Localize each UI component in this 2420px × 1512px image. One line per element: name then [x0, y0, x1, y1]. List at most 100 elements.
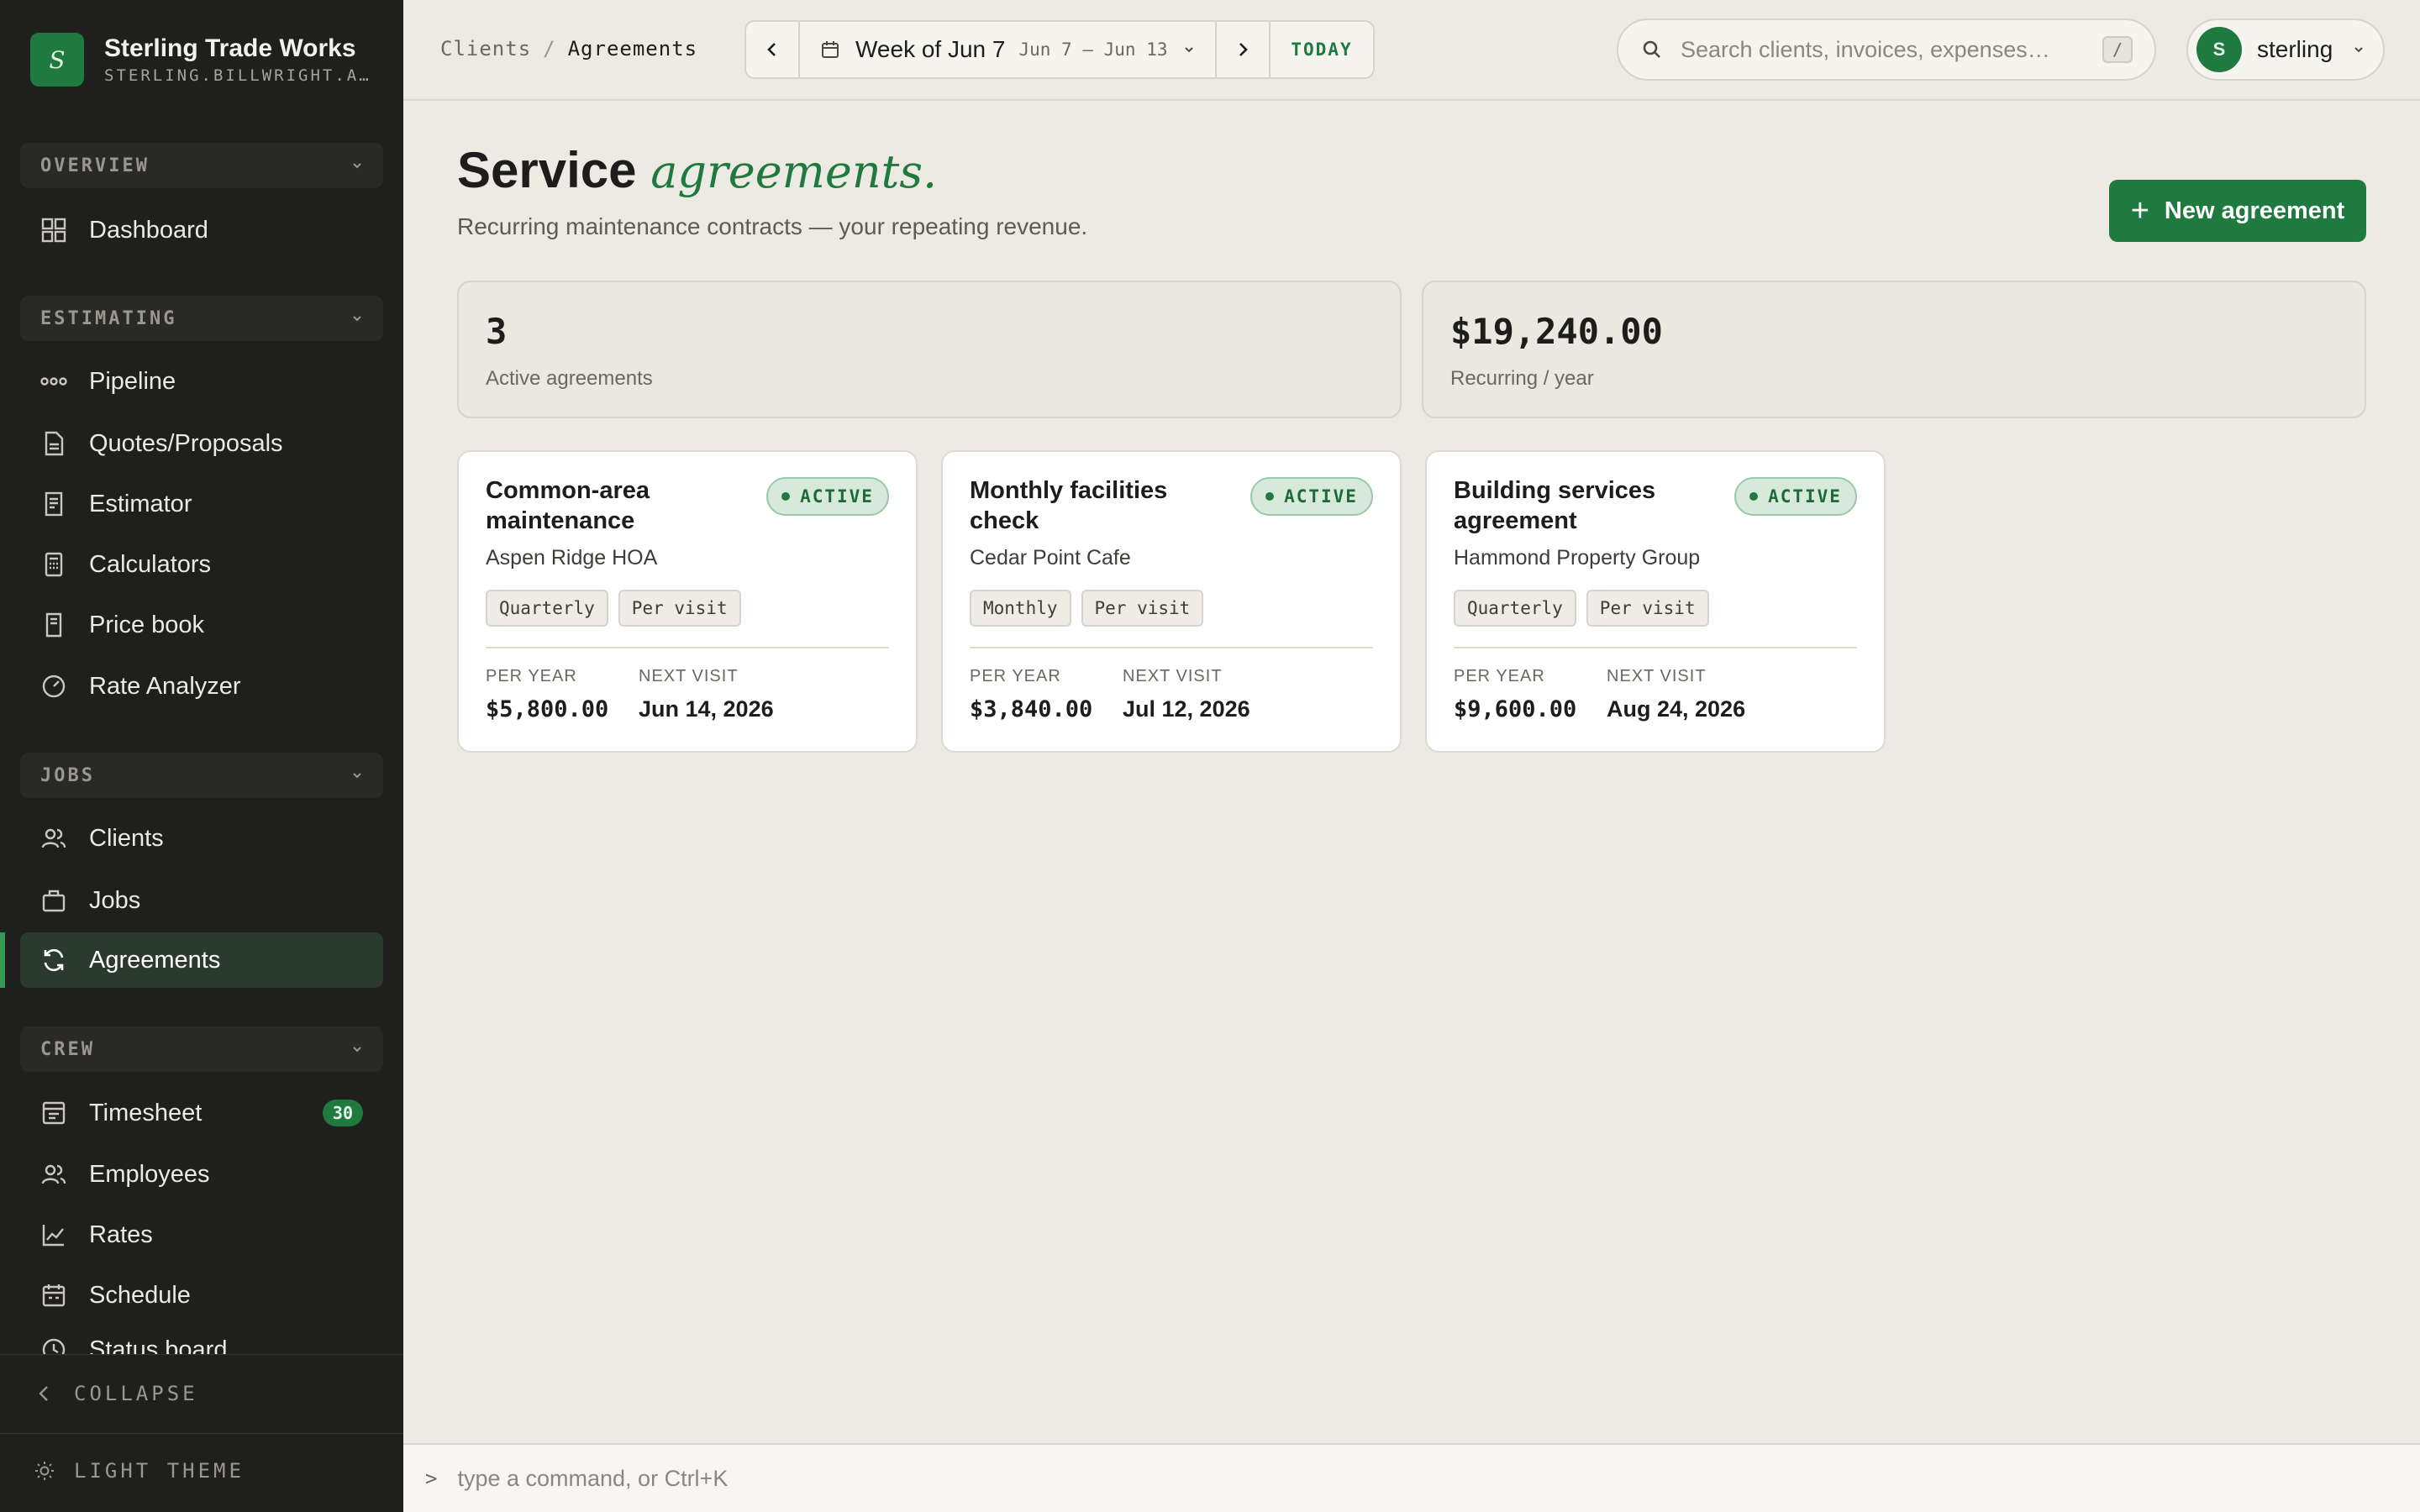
week-title: Week of Jun 7	[855, 36, 1006, 62]
agreement-title: Monthly facilities check	[970, 477, 1168, 534]
sidebar-collapse-area: COLLAPSE	[0, 1354, 403, 1433]
estimator-icon	[40, 491, 67, 517]
per-year: PER YEAR $9,600.00	[1454, 667, 1577, 722]
sidebar-item-timesheet[interactable]: Timesheet 30	[20, 1085, 383, 1141]
sidebar-item-dashboard[interactable]: Dashboard	[20, 202, 383, 258]
user-menu[interactable]: S sterling	[2186, 18, 2385, 81]
sidebar-item-label: Quotes/Proposals	[89, 429, 283, 457]
new-agreement-label: New agreement	[2164, 197, 2345, 224]
user-name: sterling	[2257, 36, 2333, 62]
section-label: JOBS	[40, 764, 95, 786]
search-input[interactable]: Search clients, invoices, expenses… /	[1617, 18, 2156, 81]
sidebar-item-jobs[interactable]: Jobs	[20, 873, 383, 928]
section-crew[interactable]: CREW	[20, 1026, 383, 1072]
sidebar-item-label: Employees	[89, 1160, 210, 1188]
briefcase-icon	[40, 887, 67, 914]
sun-icon	[35, 1462, 54, 1480]
sidebar-item-label: Rates	[89, 1221, 153, 1248]
timesheet-count-badge: 30	[322, 1100, 363, 1126]
sidebar-item-label: Rate Analyzer	[89, 672, 241, 700]
sidebar-item-label: Clients	[89, 824, 164, 852]
theme-label: LIGHT THEME	[74, 1459, 245, 1483]
agreement-client: Hammond Property Group	[1454, 546, 1701, 570]
command-prompt: >	[425, 1467, 438, 1490]
sidebar-item-schedule[interactable]: Schedule	[20, 1268, 383, 1323]
plus-icon: +	[2130, 192, 2149, 228]
sidebar-item-label: Schedule	[89, 1281, 191, 1309]
sidebar-item-pipeline[interactable]: Pipeline	[20, 354, 383, 409]
section-label: CREW	[40, 1038, 95, 1060]
active-indicator	[0, 932, 5, 988]
theme-toggle[interactable]: LIGHT THEME	[34, 1459, 245, 1483]
calculator-icon	[40, 551, 67, 578]
stat-value: 3	[486, 311, 508, 352]
clock-icon	[40, 1336, 67, 1355]
week-range: Jun 7 – Jun 13	[1018, 39, 1168, 60]
agreement-card[interactable]: Building services agreement ACTIVE Hammo…	[1425, 450, 1886, 753]
sidebar-item-agreements[interactable]: Agreements	[20, 932, 383, 988]
frequency-tag: Quarterly	[486, 590, 608, 627]
section-estimating[interactable]: ESTIMATING	[20, 296, 383, 341]
section-label: OVERVIEW	[40, 155, 150, 176]
sidebar-item-calculators[interactable]: Calculators	[20, 537, 383, 592]
frequency-tag: Monthly	[970, 590, 1071, 627]
chevron-down-icon	[1184, 47, 1193, 53]
brand-subdomain: STERLING.BILLWRIGHT.A…	[104, 66, 371, 85]
collapse-button[interactable]: COLLAPSE	[34, 1382, 198, 1405]
sidebar-item-rate-analyzer[interactable]: Rate Analyzer	[20, 659, 383, 714]
chevron-down-icon	[2354, 47, 2363, 53]
users-icon	[40, 1161, 67, 1188]
breadcrumb-clients[interactable]: Clients	[440, 37, 531, 60]
brand-name: Sterling Trade Works	[104, 34, 356, 62]
chevron-left-icon	[767, 43, 776, 56]
sidebar-item-clients[interactable]: Clients	[20, 811, 383, 866]
sidebar-item-label: Jobs	[89, 886, 141, 914]
sidebar-item-label: Calculators	[89, 550, 212, 578]
refresh-icon	[40, 947, 67, 974]
calendar-icon	[822, 41, 839, 58]
brand-logo: S	[30, 33, 84, 87]
breadcrumb-agreements: Agreements	[567, 37, 698, 60]
sidebar-item-status-board[interactable]: Status board	[20, 1328, 383, 1355]
new-agreement-button[interactable]: + New agreement	[2109, 180, 2366, 242]
command-placeholder: type a command, or Ctrl+K	[457, 1465, 729, 1491]
chevron-down-icon	[353, 163, 361, 169]
next-week-button[interactable]	[1217, 22, 1269, 77]
sidebar-item-employees[interactable]: Employees	[20, 1147, 383, 1202]
sidebar-item-label: Dashboard	[89, 216, 208, 244]
page-subtitle: Recurring maintenance contracts — your r…	[457, 213, 1088, 239]
agreement-title: Building services agreement	[1454, 477, 1656, 534]
chevron-right-icon	[1239, 43, 1248, 56]
topbar: Clients / Agreements Week of Jun 7 Jun 7 –…	[403, 0, 2420, 101]
sidebar-item-label: Timesheet	[89, 1099, 203, 1126]
calendar-icon	[40, 1282, 67, 1309]
sidebar-item-rates[interactable]: Rates	[20, 1207, 383, 1263]
command-input[interactable]: > type a command, or Ctrl+K	[403, 1443, 2420, 1512]
section-overview[interactable]: OVERVIEW	[20, 143, 383, 188]
sidebar-item-label: Price book	[89, 611, 205, 638]
sidebar-item-quotes[interactable]: Quotes/Proposals	[20, 416, 383, 471]
agreement-client: Aspen Ridge HOA	[486, 546, 658, 570]
sidebar-item-estimator[interactable]: Estimator	[20, 476, 383, 532]
sidebar-item-label: Pipeline	[89, 367, 176, 395]
today-button[interactable]: TODAY	[1270, 22, 1373, 77]
agreement-client: Cedar Point Cafe	[970, 546, 1131, 570]
prev-week-button[interactable]	[746, 22, 798, 77]
per-year: PER YEAR $3,840.00	[970, 667, 1093, 722]
section-jobs[interactable]: JOBS	[20, 753, 383, 798]
billing-tag: Per visit	[618, 590, 741, 627]
breadcrumb-separator: /	[543, 37, 556, 60]
agreement-card[interactable]: Monthly facilities check ACTIVE Cedar Po…	[941, 450, 1402, 753]
agreement-card[interactable]: Common-area maintenance ACTIVE Aspen Rid…	[457, 450, 918, 753]
page-title-main: Service	[457, 142, 637, 198]
search-shortcut-key: /	[2102, 36, 2133, 63]
sidebar-item-price-book[interactable]: Price book	[20, 597, 383, 653]
page-title-accent: agreements.	[650, 145, 938, 198]
book-icon	[40, 612, 67, 638]
section-label: ESTIMATING	[40, 307, 177, 329]
brand[interactable]: S Sterling Trade Works STERLING.BILLWRIG…	[30, 30, 373, 89]
week-dropdown[interactable]: Week of Jun 7 Jun 7 – Jun 13	[800, 22, 1215, 77]
collapse-label: COLLAPSE	[74, 1382, 198, 1405]
document-icon	[40, 430, 67, 457]
billing-tag: Per visit	[1081, 590, 1204, 627]
